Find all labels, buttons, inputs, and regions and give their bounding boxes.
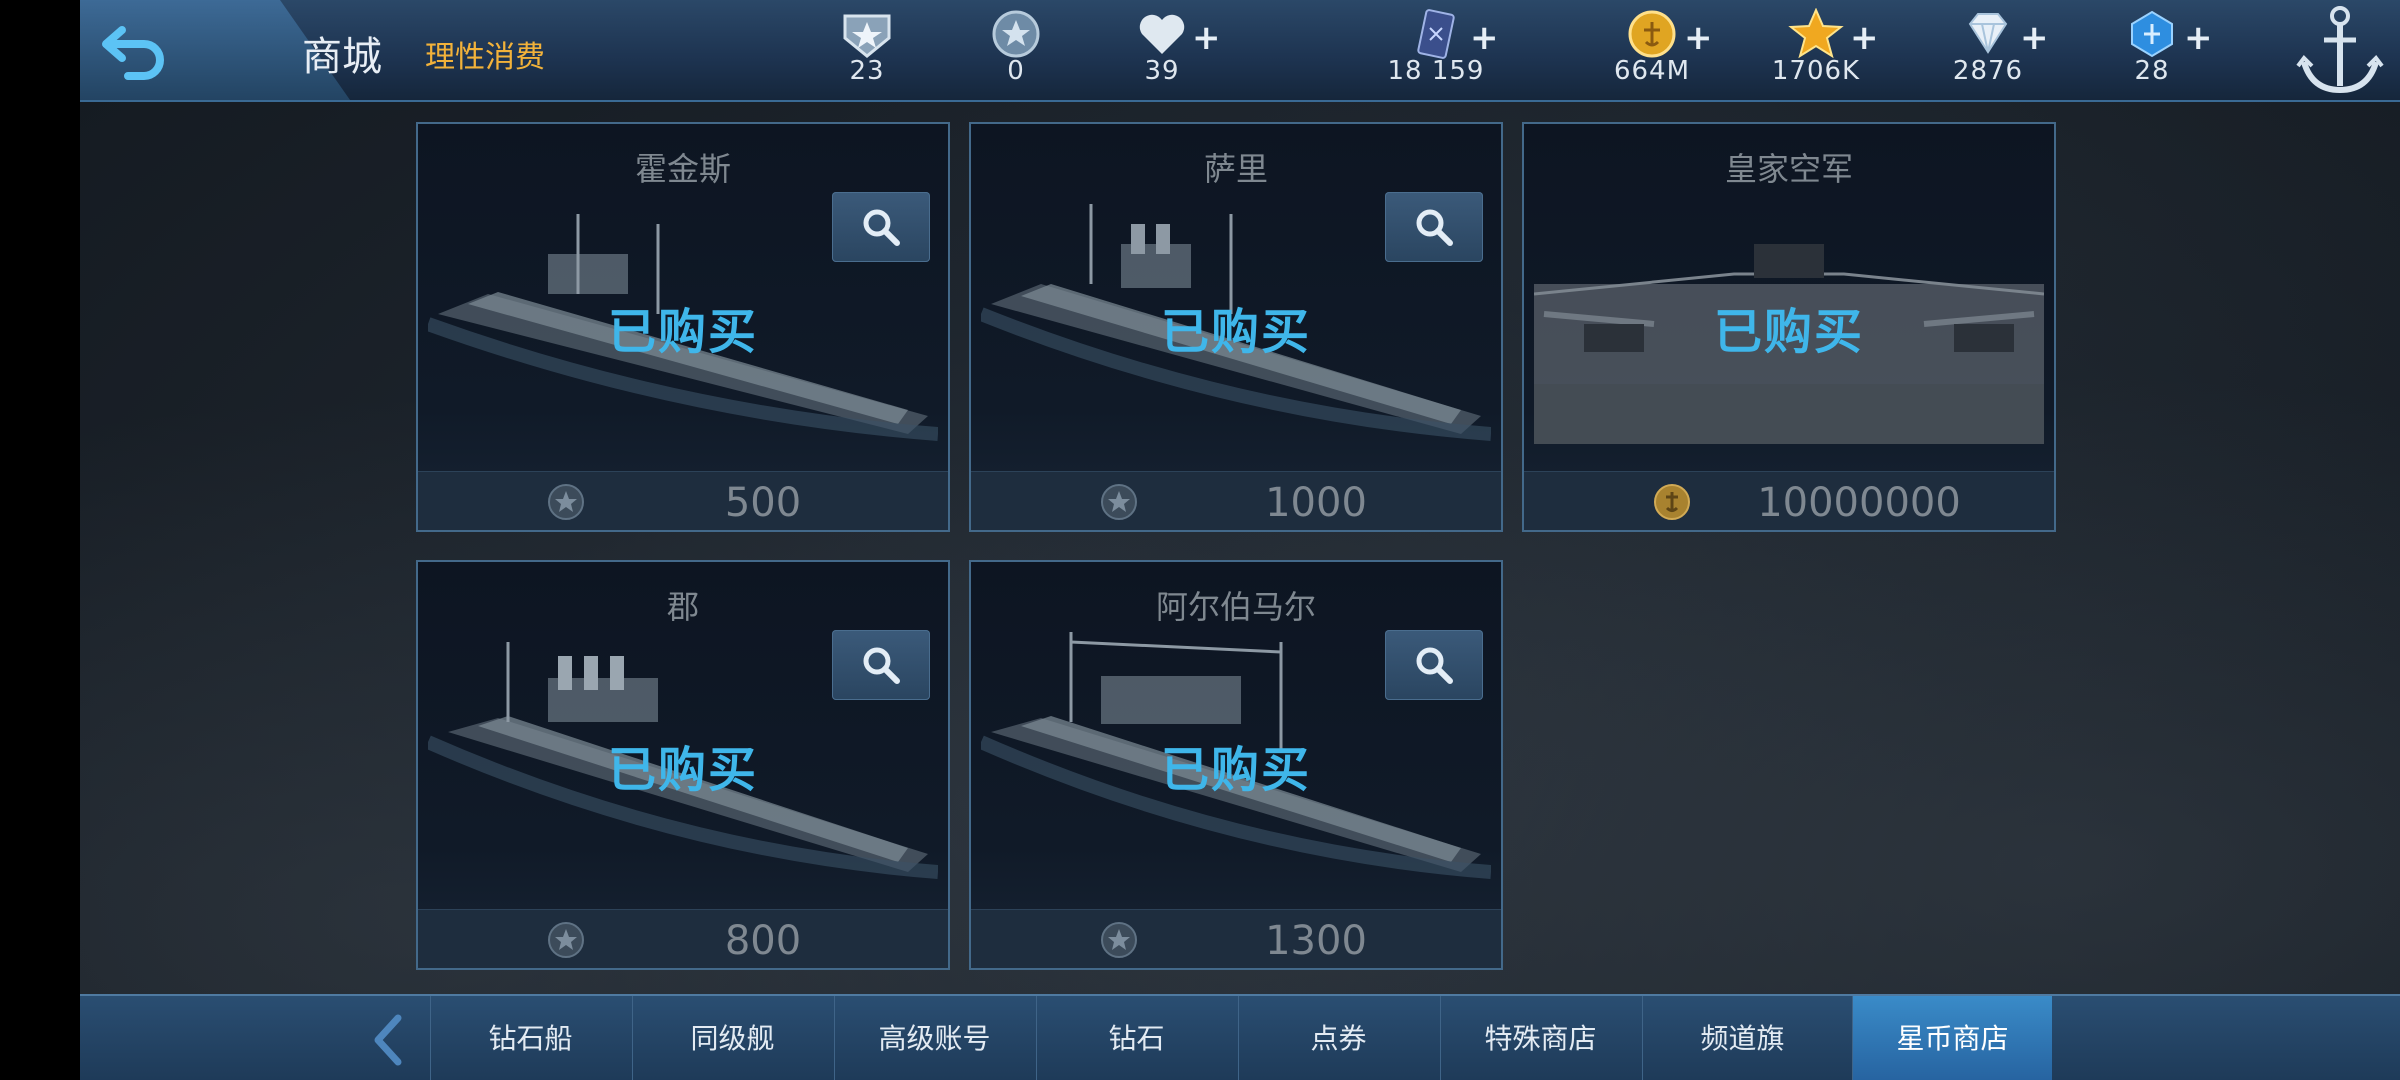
tab-diamond[interactable]: 钻石 [1036, 996, 1236, 1080]
purchased-label: 已购买 [1713, 304, 1864, 360]
price-bar: 1300 [971, 909, 1501, 968]
search-icon [1416, 647, 1453, 684]
resource-heart[interactable]: + 39 [1092, 4, 1232, 96]
search-icon [1416, 209, 1453, 246]
add-heart-button[interactable]: + [1192, 18, 1221, 58]
price-value: 500 [724, 480, 802, 526]
add-star-button[interactable]: + [1850, 18, 1879, 58]
resource-value: 664M [1613, 56, 1691, 86]
star-icon [1788, 8, 1844, 59]
purchased-label: 已购买 [1160, 304, 1311, 360]
page-title: 商城 [302, 34, 382, 80]
star-coin-icon [992, 10, 1040, 58]
tab-premium-account[interactable]: 高级账号 [834, 996, 1034, 1080]
shop-screen: 商城 理性消费 23 0 + 39 + 18 159 + 664M + 1706… [80, 0, 2400, 1080]
ship-card[interactable]: 霍金斯 已购买 500 [416, 122, 950, 532]
preview-button[interactable] [832, 630, 930, 700]
tab-special-shop[interactable]: 特殊商店 [1440, 996, 1640, 1080]
back-arrow-icon [102, 26, 164, 80]
price-value: 10000000 [1757, 480, 1961, 526]
page-subtitle: 理性消费 [425, 40, 545, 75]
resource-rank: 23 [797, 4, 937, 96]
price-bar: 500 [418, 471, 948, 530]
resource-value: 18 159 [1387, 56, 1485, 86]
resource-gold[interactable]: + 664M [1582, 4, 1722, 96]
ship-card[interactable]: 阿尔伯马尔 已购买 1300 [969, 560, 1503, 970]
rank-badge-icon [843, 14, 891, 58]
preview-button[interactable] [1385, 192, 1483, 262]
purchased-label: 已购买 [607, 742, 758, 798]
preview-button[interactable] [832, 192, 930, 262]
resource-card[interactable]: + 18 159 [1366, 4, 1506, 96]
search-icon [863, 647, 900, 684]
card-icon [1417, 9, 1455, 59]
resource-diamond[interactable]: + 2876 [1918, 4, 2058, 96]
chevron-left-icon[interactable] [368, 1012, 408, 1068]
anchor-menu-icon[interactable] [2290, 0, 2390, 100]
price-bar: 800 [418, 909, 948, 968]
bottom-tab-bar: 钻石船 同级舰 高级账号 钻石 点券 特殊商店 频道旗 星币商店 [80, 994, 2400, 1080]
add-blue-gem-button[interactable]: + [2184, 18, 2213, 58]
add-card-button[interactable]: + [1470, 18, 1499, 58]
resource-value: 23 [849, 56, 885, 86]
add-gold-button[interactable]: + [1684, 18, 1713, 58]
preview-button[interactable] [1385, 630, 1483, 700]
resource-blue-gem[interactable]: + 28 [2082, 4, 2222, 96]
blue-gem-icon [2131, 10, 2173, 58]
purchased-label: 已购买 [607, 304, 758, 360]
tab-diamond-ship[interactable]: 钻石船 [430, 996, 630, 1080]
add-diamond-button[interactable]: + [2020, 18, 2049, 58]
resource-star-coin: 0 [946, 4, 1086, 96]
tab-coupon[interactable]: 点券 [1238, 996, 1438, 1080]
resource-value: 2876 [1952, 56, 2024, 86]
price-value: 800 [724, 918, 802, 964]
price-bar: 10000000 [1524, 471, 2054, 530]
price-bar: 1000 [971, 471, 1501, 530]
top-bar: 商城 理性消费 23 0 + 39 + 18 159 + 664M + 1706… [80, 0, 2400, 102]
resource-value: 1706K [1771, 56, 1861, 86]
resource-star[interactable]: + 1706K [1746, 4, 1886, 96]
heart-icon [1139, 14, 1185, 54]
flag-card[interactable]: 皇家空军 已购买 10000000 [1522, 122, 2056, 532]
tab-same-class[interactable]: 同级舰 [632, 996, 832, 1080]
diamond-icon [1968, 13, 2008, 54]
ship-card[interactable]: 萨里 已购买 1000 [969, 122, 1503, 532]
search-icon [863, 209, 900, 246]
resource-value: 39 [1144, 56, 1180, 86]
resource-value: 0 [1007, 56, 1025, 86]
resource-value: 28 [2134, 56, 2170, 86]
gold-coin-icon [1628, 10, 1676, 58]
tab-star-coin-shop[interactable]: 星币商店 [1852, 996, 2052, 1080]
ship-card[interactable]: 郡 已购买 800 [416, 560, 950, 970]
purchased-label: 已购买 [1160, 742, 1311, 798]
price-value: 1000 [1265, 480, 1367, 526]
tab-channel-flag[interactable]: 频道旗 [1642, 996, 1842, 1080]
price-value: 1300 [1265, 918, 1367, 964]
